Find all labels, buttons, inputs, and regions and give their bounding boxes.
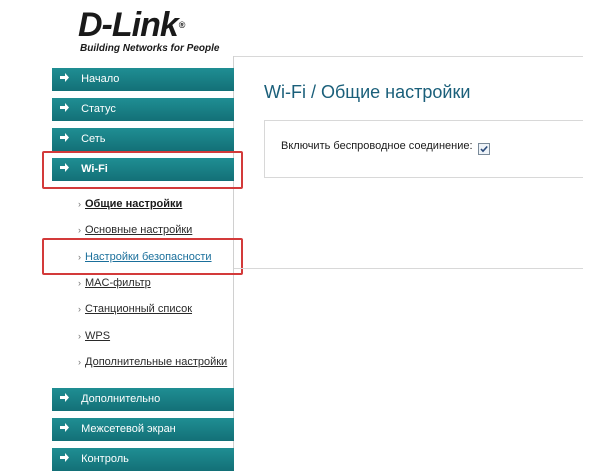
submenu-basic-settings[interactable]: › Основные настройки (78, 222, 192, 238)
bullet-icon: › (78, 331, 81, 341)
highlight-security-settings (42, 238, 243, 275)
page-title: Wi-Fi / Общие настройки (264, 82, 471, 102)
submenu-station-list[interactable]: › Станционный список (78, 301, 192, 317)
submenu-advanced-settings[interactable]: › Дополнительные настройки (78, 354, 227, 370)
sidebar-item-status[interactable]: Статус (52, 98, 234, 121)
logo-tagline: Building Networks for People (80, 43, 220, 54)
sidebar-item-label: Контроль (81, 453, 129, 465)
bullet-icon: › (78, 225, 81, 235)
submenu-wps[interactable]: › WPS (78, 328, 110, 344)
sidebar-item-firewall[interactable]: Межсетевой экран (52, 418, 234, 441)
sidebar-item-network[interactable]: Сеть (52, 128, 234, 151)
bullet-icon: › (78, 304, 81, 314)
checkmark-icon (480, 145, 488, 153)
sidebar-item-control[interactable]: Контроль (52, 448, 234, 471)
sidebar-item-label: Межсетевой экран (81, 423, 176, 435)
bullet-icon: › (78, 357, 81, 367)
logo-name: D-Link® (78, 6, 185, 44)
bullet-icon: › (78, 278, 81, 288)
sidebar-item-label: Начало (81, 73, 120, 85)
submenu-general-settings[interactable]: › Общие настройки (78, 196, 182, 212)
enable-wireless-checkbox[interactable] (478, 143, 490, 155)
highlight-wifi (42, 151, 243, 189)
bullet-icon: › (78, 199, 81, 209)
sidebar-item-label: Дополнительно (81, 393, 161, 405)
sidebar-item-label: Статус (81, 103, 116, 115)
dlink-logo: D-Link® Building Networks for People (78, 8, 219, 54)
enable-wireless-label: Включить беспроводное соединение: (281, 140, 473, 152)
sidebar-item-label: Сеть (81, 133, 106, 145)
header-divider (233, 56, 583, 57)
content-divider (234, 268, 583, 269)
sidebar-item-home[interactable]: Начало (52, 68, 234, 91)
sidebar-item-advanced[interactable]: Дополнительно (52, 388, 234, 411)
submenu-mac-filter[interactable]: › MAC-фильтр (78, 275, 151, 291)
